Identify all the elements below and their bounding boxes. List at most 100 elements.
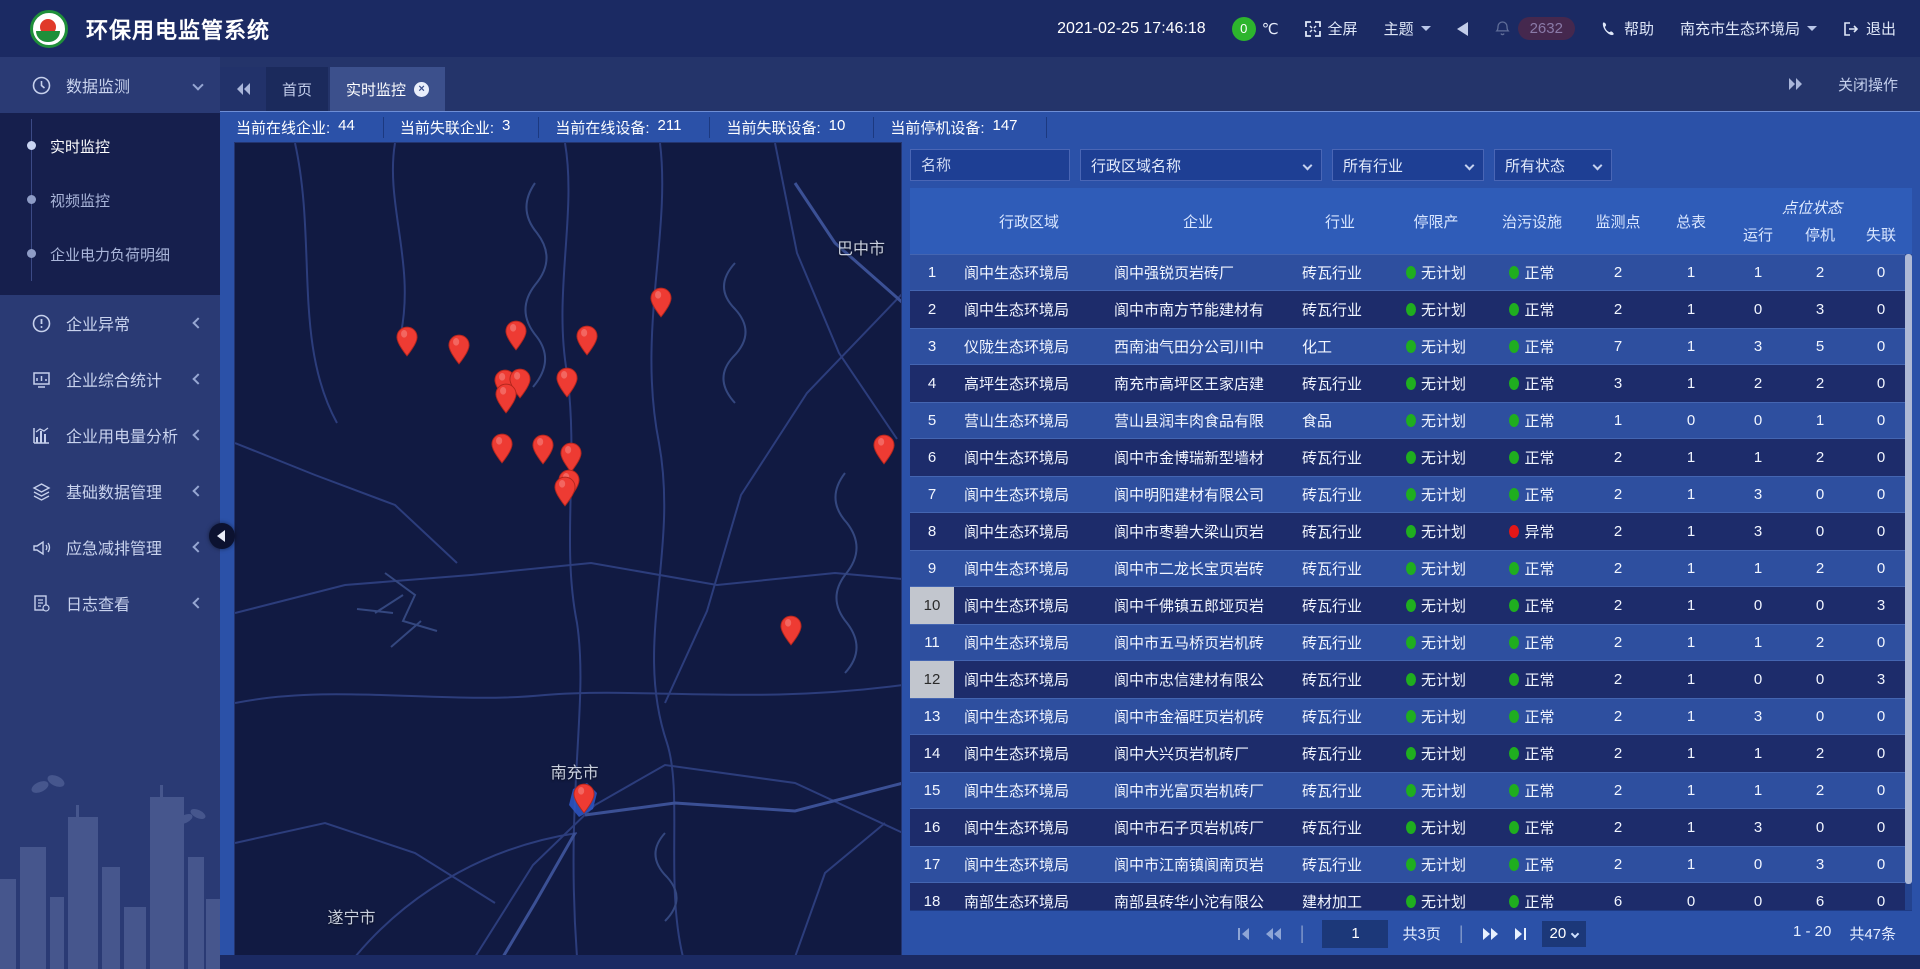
page-size-select[interactable]: 20 (1542, 921, 1587, 947)
map-pin[interactable] (532, 434, 555, 465)
table-row[interactable]: 12 阆中生态环境局 阆中市忠信建材有限公 砖瓦行业 无计划 正常 (910, 661, 1912, 698)
table-row[interactable]: 1 阆中生态环境局 阆中强锐页岩砖厂 砖瓦行业 无计划 正常 (910, 254, 1912, 291)
cell-stop-count: 0 (1790, 708, 1850, 725)
tab-home[interactable]: 首页 (266, 67, 328, 111)
table-row[interactable]: 14 阆中生态环境局 阆中大兴页岩机砖厂 砖瓦行业 无计划 正常 (910, 735, 1912, 772)
map-pin[interactable] (448, 334, 471, 365)
sidebar-item-emergency[interactable]: 应急减排管理 (0, 519, 220, 575)
stat-stopped-devices: 当前停机设备:147 (874, 117, 1046, 138)
tabs-scroll-left-button[interactable] (220, 67, 266, 111)
chevron-left-icon (217, 530, 225, 542)
col-meter: 总表 (1656, 211, 1726, 232)
table-row[interactable]: 5 营山生态环境局 营山县润丰肉食品有限 食品 无计划 正常 (910, 402, 1912, 439)
cell-run-count: 1 (1726, 560, 1790, 577)
cell-industry: 砖瓦行业 (1292, 521, 1388, 542)
help-button[interactable]: 帮助 (1601, 18, 1654, 39)
map-pin[interactable] (491, 433, 514, 464)
sidebar-item-data-monitor[interactable]: 数据监测 (0, 57, 220, 113)
table-row[interactable]: 10 阆中生态环境局 阆中千佛镇五郎垭页岩 砖瓦行业 无计划 正常 (910, 587, 1912, 624)
cell-run-count: 1 (1726, 634, 1790, 651)
table-row[interactable]: 2 阆中生态环境局 阆中市南方节能建材有 砖瓦行业 无计划 正常 (910, 291, 1912, 328)
cell-stop-count: 1 (1790, 412, 1850, 429)
sidebar-item-company-stats[interactable]: 企业综合统计 (0, 351, 220, 407)
table-row[interactable]: 13 阆中生态环境局 阆中市金福旺页岩机砖 砖瓦行业 无计划 正常 (910, 698, 1912, 735)
sidebar-item-video-monitor[interactable]: 视频监控 (0, 173, 220, 227)
map-canvas[interactable]: 巴中市 南充市 遂宁市 (234, 142, 902, 956)
table-row[interactable]: 7 阆中生态环境局 阆中明阳建材有限公司 砖瓦行业 无计划 正常 (910, 476, 1912, 513)
cell-company: 阆中大兴页岩机砖厂 (1104, 743, 1292, 764)
table-row[interactable]: 18 南部生态环境局 南部县砖华小沱有限公 建材加工 无计划 正常 (910, 883, 1912, 910)
prev-page-button[interactable] (1265, 927, 1282, 941)
stat-online-devices: 当前在线设备:211 (539, 117, 710, 138)
table-row[interactable]: 17 阆中生态环境局 阆中市江南镇阆南页岩 砖瓦行业 无计划 正常 (910, 846, 1912, 883)
row-index: 1 (910, 255, 954, 290)
treatment-status-dot (1509, 710, 1519, 723)
logout-button[interactable]: 退出 (1843, 18, 1896, 39)
map-pin[interactable] (572, 783, 595, 814)
mute-button[interactable] (1457, 22, 1468, 36)
sidebar-item-realtime-monitor[interactable]: 实时监控 (0, 119, 220, 173)
notifications[interactable]: 2632 (1494, 17, 1575, 40)
cell-treatment-status: 正常 (1484, 484, 1580, 505)
chevron-left-icon (192, 429, 203, 440)
first-page-button[interactable] (1236, 927, 1251, 941)
cell-stop-count: 5 (1790, 338, 1850, 355)
cell-treatment-status: 正常 (1484, 706, 1580, 727)
table-row[interactable]: 9 阆中生态环境局 阆中市二龙长宝页岩砖 砖瓦行业 无计划 正常 (910, 550, 1912, 587)
scrollbar-thumb[interactable] (1905, 254, 1912, 884)
cell-stop-count: 0 (1790, 523, 1850, 540)
table-row[interactable]: 15 阆中生态环境局 阆中市光富页岩机砖厂 砖瓦行业 无计划 正常 (910, 772, 1912, 809)
map-pin[interactable] (505, 320, 528, 351)
table-row[interactable]: 3 仪陇生态环境局 西南油气田分公司川中 化工 无计划 正常 (910, 328, 1912, 365)
cell-run-count: 1 (1726, 449, 1790, 466)
sidebar: 数据监测 实时监控 视频监控 企业电力负荷明细 企业异常 企业综合统计 企业用电… (0, 57, 220, 969)
sidebar-item-power-analysis[interactable]: 企业用电量分析 (0, 407, 220, 463)
cell-region: 阆中生态环境局 (954, 521, 1104, 542)
table-row[interactable]: 6 阆中生态环境局 阆中市金博瑞新型墙材 砖瓦行业 无计划 正常 (910, 439, 1912, 476)
map-pin[interactable] (559, 442, 582, 473)
map-pin[interactable] (872, 434, 895, 465)
theme-dropdown[interactable]: 主题 (1384, 18, 1431, 39)
name-filter-input[interactable] (910, 149, 1070, 181)
sidebar-item-base-data[interactable]: 基础数据管理 (0, 463, 220, 519)
table-scrollbar[interactable] (1905, 254, 1912, 910)
cell-industry: 砖瓦行业 (1292, 447, 1388, 468)
industry-filter-select[interactable]: 所有行业 (1332, 149, 1484, 181)
last-page-button[interactable] (1513, 927, 1528, 941)
org-dropdown[interactable]: 南充市生态环境局 (1680, 18, 1817, 39)
map-pin[interactable] (575, 325, 598, 356)
map-pin[interactable] (555, 367, 578, 398)
map-pin[interactable] (649, 287, 672, 318)
map-collapse-button[interactable] (209, 523, 235, 549)
cell-lost-count: 0 (1850, 264, 1912, 281)
close-icon[interactable]: × (414, 82, 429, 97)
table-row[interactable]: 8 阆中生态环境局 阆中市枣碧大梁山页岩 砖瓦行业 无计划 异常 (910, 513, 1912, 550)
tabs-scroll-right-button[interactable] (1788, 77, 1804, 91)
sidebar-item-logs[interactable]: 日志查看 (0, 575, 220, 631)
map-pin[interactable] (495, 383, 518, 414)
cell-monitor-count: 2 (1580, 856, 1656, 873)
app-logo-icon (30, 10, 68, 48)
tab-realtime-monitor[interactable]: 实时监控 × (330, 67, 445, 111)
stat-lost-companies: 当前失联企业:3 (384, 117, 540, 138)
pagination-bar: | 共3页 | 20 1 - 20 (910, 910, 1912, 956)
sidebar-item-power-load-detail[interactable]: 企业电力负荷明细 (0, 227, 220, 281)
cell-limit-status: 无计划 (1388, 336, 1484, 357)
cell-limit-status: 无计划 (1388, 447, 1484, 468)
treatment-status-dot (1509, 377, 1519, 390)
next-page-button[interactable] (1482, 927, 1499, 941)
limit-status-dot (1406, 266, 1416, 279)
close-operations-dropdown[interactable]: 关闭操作 (1838, 74, 1898, 95)
sidebar-item-company-abnormal[interactable]: 企业异常 (0, 295, 220, 351)
status-filter-select[interactable]: 所有状态 (1494, 149, 1612, 181)
map-pin[interactable] (396, 326, 419, 357)
map-pin[interactable] (554, 476, 577, 507)
table-row[interactable]: 16 阆中生态环境局 阆中市石子页岩机砖厂 砖瓦行业 无计划 正常 (910, 809, 1912, 846)
page-input[interactable] (1322, 920, 1388, 948)
fullscreen-button[interactable]: 全屏 (1305, 18, 1358, 39)
region-filter-select[interactable]: 行政区域名称 (1080, 149, 1322, 181)
table-row[interactable]: 4 高坪生态环境局 南充市高坪区王家店建 砖瓦行业 无计划 正常 (910, 365, 1912, 402)
map-pin[interactable] (780, 615, 803, 646)
cell-lost-count: 0 (1850, 745, 1912, 762)
table-row[interactable]: 11 阆中生态环境局 阆中市五马桥页岩机砖 砖瓦行业 无计划 正常 (910, 624, 1912, 661)
